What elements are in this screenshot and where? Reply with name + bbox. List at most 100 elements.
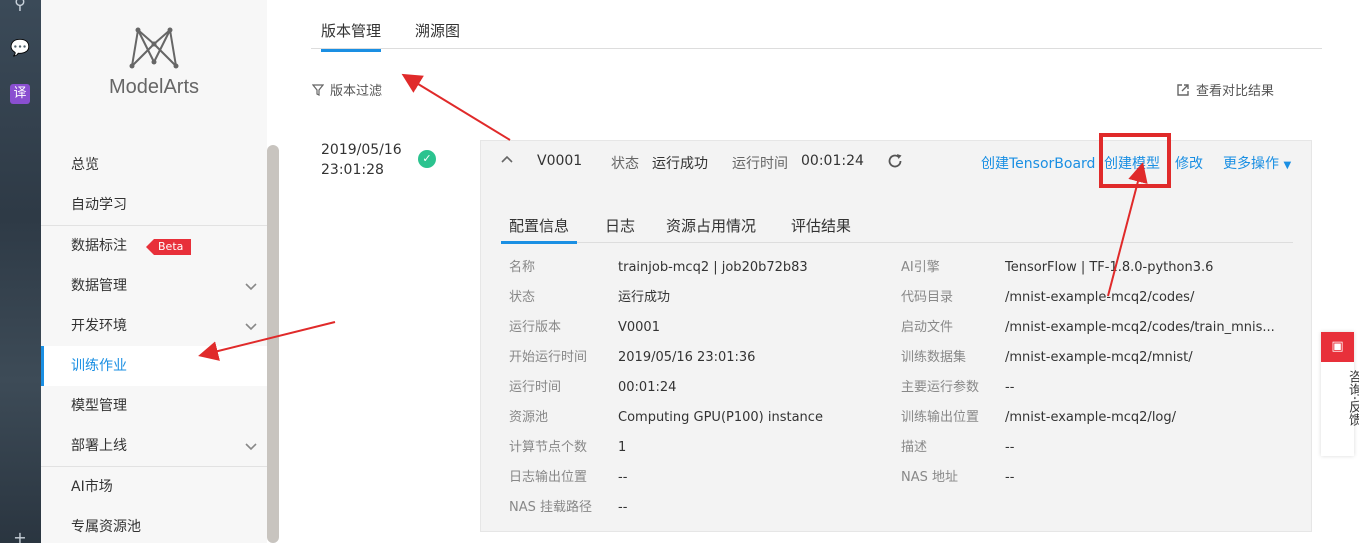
- tab-lineage[interactable]: 溯源图: [415, 20, 460, 41]
- field-nas-address-label: NAS 地址: [901, 470, 959, 485]
- more-actions-dropdown[interactable]: 更多操作 ▼: [1223, 153, 1291, 173]
- field-version-value: V0001: [618, 320, 660, 335]
- field-engine-value: TensorFlow | TF-1.8.0-python3.6: [1005, 260, 1214, 275]
- field-status-value: 运行成功: [618, 290, 671, 305]
- edit-link[interactable]: 修改: [1175, 153, 1203, 173]
- field-status-label: 状态: [509, 290, 536, 305]
- sidebar-item-dev-env[interactable]: 开发环境: [41, 306, 267, 346]
- tab-evaluation[interactable]: 评估结果: [791, 215, 851, 236]
- status-label: 状态: [611, 156, 639, 172]
- field-train-output-value: /mnist-example-mcq2/log/: [1005, 410, 1177, 425]
- chat-icon[interactable]: 💬: [10, 38, 30, 58]
- field-log-output-value: --: [618, 470, 628, 485]
- sidebar-item-training-jobs[interactable]: 训练作业: [41, 346, 267, 386]
- sidebar-item-deploy[interactable]: 部署上线: [41, 426, 267, 466]
- sidebar-item-ai-market[interactable]: AI市场: [41, 467, 267, 507]
- plus-icon[interactable]: +: [10, 528, 30, 543]
- field-name-label: 名称: [509, 260, 536, 275]
- field-code-dir-value: /mnist-example-mcq2/codes/: [1005, 290, 1195, 305]
- field-name-value: trainjob-mcq2 | job20b72b83: [618, 260, 808, 275]
- main-content: 版本管理 溯源图 版本过滤 查看对比结果 2019/05/16 23:01:28…: [279, 0, 1359, 543]
- sidebar-item-overview[interactable]: 总览: [41, 145, 267, 185]
- runtime-label: 运行时间: [732, 156, 788, 172]
- detail-tabs: 配置信息 日志 资源占用情况 评估结果: [501, 213, 1293, 244]
- filter-icon: [311, 84, 325, 96]
- version-card-body: 配置信息 日志 资源占用情况 评估结果 名称 trainjob-mcq2 | j…: [481, 183, 1311, 531]
- field-dataset-value: /mnist-example-mcq2/mnist/: [1005, 350, 1193, 365]
- sidebar-item-label: 专属资源池: [71, 519, 141, 535]
- sidebar-item-label: 部署上线: [71, 438, 127, 454]
- version-id: V0001: [537, 153, 583, 169]
- field-nas-path-label: NAS 挂载路径: [509, 500, 593, 515]
- brand-name: ModelArts: [108, 76, 200, 98]
- field-engine-label: AI引擎: [901, 260, 940, 275]
- tab-version-management[interactable]: 版本管理: [321, 20, 382, 52]
- field-version-label: 运行版本: [509, 320, 562, 335]
- sidebar-item-label: 开发环境: [71, 318, 127, 334]
- feedback-label: 咨询·反馈: [1346, 370, 1359, 427]
- caret-down-icon: ▼: [1283, 160, 1292, 171]
- sidebar-item-label: 数据标注: [71, 238, 127, 254]
- field-dataset-label: 训练数据集: [901, 350, 967, 365]
- create-tensorboard-link[interactable]: 创建TensorBoard: [981, 153, 1095, 173]
- sidebar-item-label: 模型管理: [71, 398, 127, 414]
- highlight-box: [1099, 133, 1171, 188]
- version-card-header: V0001 状态 运行成功 运行时间 00:01:24 创建TensorBoar…: [481, 133, 1311, 188]
- sidebar-item-data-labeling[interactable]: 数据标注 Beta: [41, 226, 267, 266]
- sidebar: ModelArts 总览 自动学习 数据标注 Beta 数据管理 开发环境 训练…: [41, 0, 267, 543]
- sidebar-item-model-management[interactable]: 模型管理: [41, 386, 267, 426]
- field-pool-label: 资源池: [509, 410, 549, 425]
- field-nodes-value: 1: [618, 440, 627, 455]
- sidebar-nav: 总览 自动学习 数据标注 Beta 数据管理 开发环境 训练作业 模型管理 部署…: [41, 145, 267, 543]
- feedback-widget[interactable]: ▣ 咨询·反馈: [1321, 332, 1359, 456]
- sidebar-item-label: 总览: [71, 157, 99, 173]
- left-rail: ⚲ 💬 译 +: [0, 0, 41, 543]
- run-date: 2019/05/16: [321, 142, 402, 158]
- top-tabs: 版本管理 溯源图: [311, 12, 1322, 52]
- field-nodes-label: 计算节点个数: [509, 440, 588, 455]
- tab-logs[interactable]: 日志: [605, 215, 635, 236]
- sidebar-item-auto-learning[interactable]: 自动学习: [41, 185, 267, 225]
- runtime-value: 00:01:24: [801, 153, 864, 169]
- field-params-value: --: [1005, 380, 1015, 395]
- tab-resource-usage[interactable]: 资源占用情况: [666, 215, 756, 236]
- field-nas-address-value: --: [1005, 470, 1015, 485]
- status-value: 运行成功: [652, 156, 708, 172]
- field-train-output-label: 训练输出位置: [901, 410, 980, 425]
- chevron-down-icon: [245, 426, 257, 466]
- sidebar-item-dedicated-pool[interactable]: 专属资源池: [41, 507, 267, 543]
- field-params-label: 主要运行参数: [901, 380, 980, 395]
- tab-config-info[interactable]: 配置信息: [501, 215, 578, 244]
- field-log-output-label: 日志输出位置: [509, 470, 588, 485]
- field-boot-file-label: 启动文件: [901, 320, 954, 335]
- chevron-down-icon: [245, 306, 257, 346]
- brand-logo[interactable]: ModelArts: [41, 24, 267, 99]
- refresh-icon[interactable]: [886, 152, 904, 174]
- sidebar-scrollbar[interactable]: [267, 0, 279, 543]
- field-start-time-label: 开始运行时间: [509, 350, 588, 365]
- scrollbar-thumb[interactable]: [267, 145, 279, 543]
- sidebar-item-label: AI市场: [71, 479, 113, 495]
- collapse-chevron-icon[interactable]: [501, 151, 513, 167]
- run-time: 23:01:28: [321, 162, 384, 178]
- field-runtime-value: 00:01:24: [618, 380, 677, 395]
- modelarts-logo-icon: [129, 27, 179, 69]
- sidebar-item-data-management[interactable]: 数据管理: [41, 266, 267, 306]
- compare-label: 查看对比结果: [1196, 84, 1275, 99]
- sidebar-item-label: 自动学习: [71, 197, 127, 213]
- filter-label: 版本过滤: [330, 84, 383, 99]
- more-actions-label: 更多操作: [1223, 156, 1279, 172]
- sidebar-item-label: 训练作业: [71, 358, 127, 374]
- translate-icon[interactable]: 译: [10, 84, 30, 104]
- version-filter-button[interactable]: 版本过滤: [311, 80, 383, 99]
- field-description-value: --: [1005, 440, 1015, 455]
- field-pool-value: Computing GPU(P100) instance: [618, 410, 823, 425]
- feedback-icon: ▣: [1321, 332, 1354, 362]
- compare-results-link[interactable]: 查看对比结果: [1176, 80, 1274, 99]
- run-timestamp: 2019/05/16 23:01:28: [321, 140, 402, 180]
- version-card: V0001 状态 运行成功 运行时间 00:01:24 创建TensorBoar…: [480, 133, 1312, 532]
- sidebar-item-label: 数据管理: [71, 278, 127, 294]
- field-boot-file-value: /mnist-example-mcq2/codes/train_mnis...: [1005, 320, 1275, 335]
- external-link-icon: [1177, 84, 1189, 96]
- search-icon[interactable]: ⚲: [10, 0, 30, 14]
